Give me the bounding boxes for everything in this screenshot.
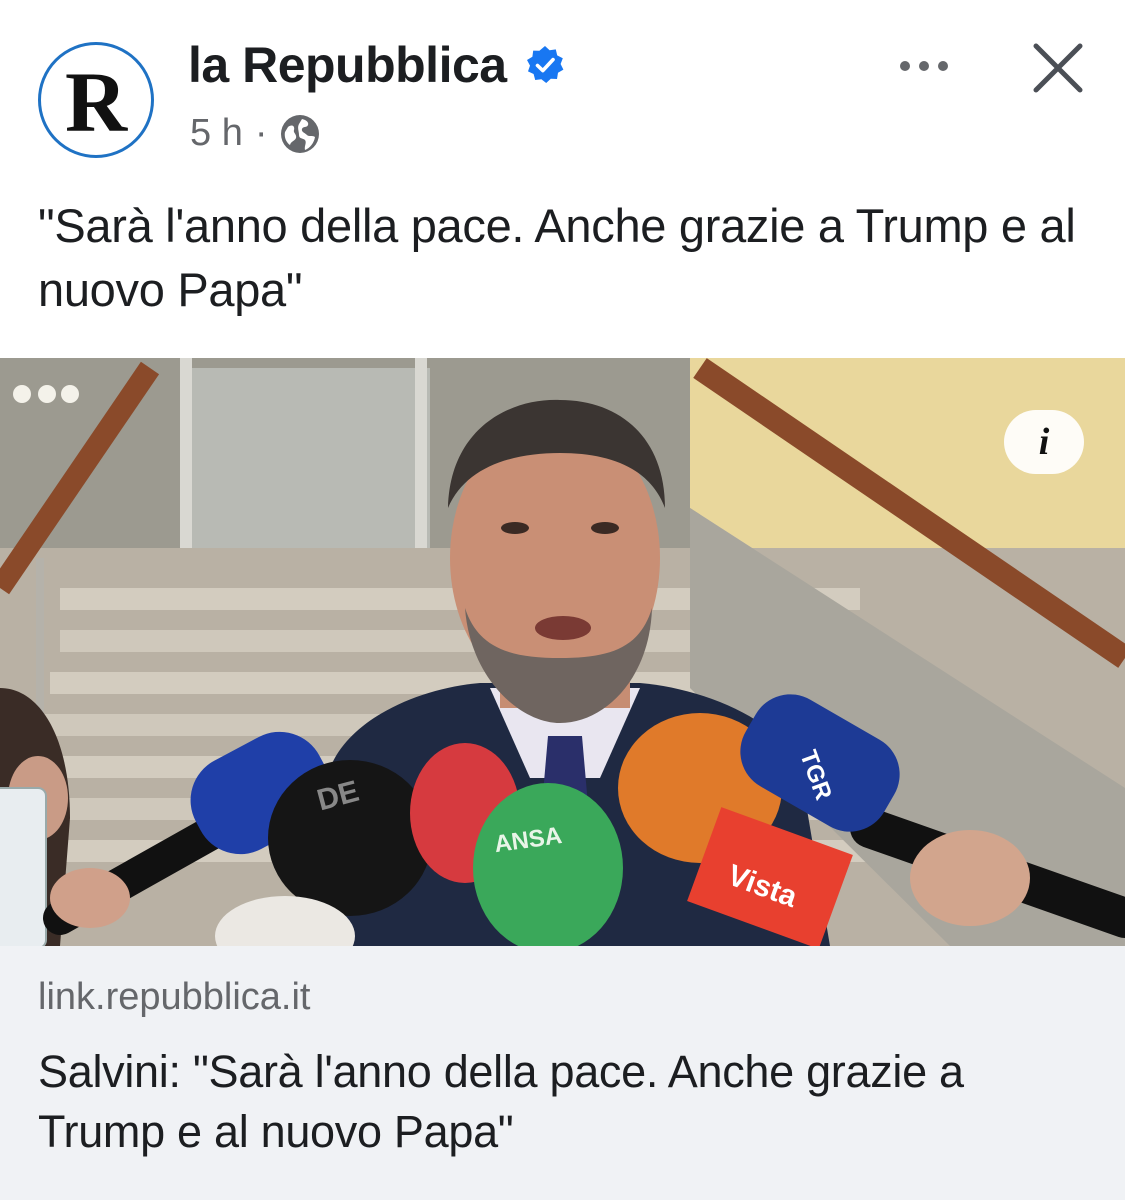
page-avatar[interactable]: R xyxy=(38,42,154,158)
facebook-post: R la Repubblica 5 h · "Sarà l'anno della… xyxy=(0,0,1125,1200)
info-button[interactable]: i xyxy=(1004,410,1084,474)
post-photo[interactable]: DE ANSA Vista TGR xyxy=(0,358,1125,946)
globe-icon xyxy=(281,114,320,153)
page-name[interactable]: la Repubblica xyxy=(188,36,507,94)
verified-badge-icon xyxy=(526,46,563,83)
link-title[interactable]: Salvini: "Sarà l'anno della pace. Anche … xyxy=(38,1042,1038,1162)
more-dot xyxy=(919,61,929,71)
press-conference-photo: DE ANSA Vista TGR xyxy=(0,358,1125,946)
more-options-button[interactable] xyxy=(886,44,962,88)
post-meta: 5 h · xyxy=(190,112,321,155)
more-dots-icon xyxy=(900,61,910,71)
meta-separator: · xyxy=(254,112,268,154)
page-name-row: la Repubblica xyxy=(188,36,565,94)
link-preview[interactable]: link.repubblica.it Salvini: "Sarà l'anno… xyxy=(0,946,1125,1200)
post-message: "Sarà l'anno della pace. Anche grazie a … xyxy=(38,199,1076,316)
post-timestamp[interactable]: 5 h xyxy=(190,112,243,155)
close-icon[interactable] xyxy=(1026,36,1090,100)
more-dot xyxy=(938,61,948,71)
avatar-logo-letter: R xyxy=(64,54,128,150)
link-domain: link.repubblica.it xyxy=(38,976,311,1018)
